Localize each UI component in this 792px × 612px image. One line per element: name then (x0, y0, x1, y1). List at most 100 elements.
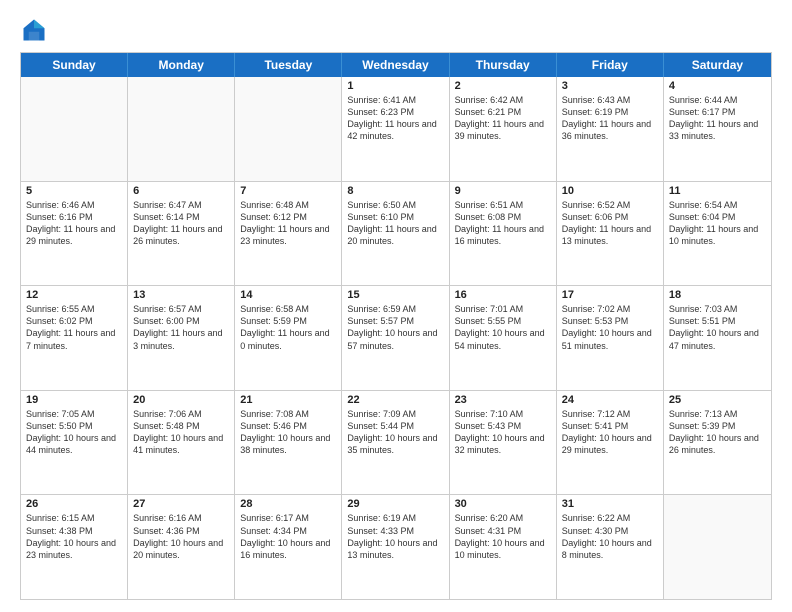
day-cell-27: 27Sunrise: 6:16 AM Sunset: 4:36 PM Dayli… (128, 495, 235, 599)
day-number: 2 (455, 80, 551, 92)
day-cell-3: 3Sunrise: 6:43 AM Sunset: 6:19 PM Daylig… (557, 77, 664, 181)
day-cell-12: 12 Sunrise: 6:55 AM Sunset: 6:02 PM Dayli… (21, 286, 128, 390)
day-number: 8 (347, 185, 443, 197)
day-cell-19: 19 Sunrise: 7:05 AM Sunset: 5:50 PM Dayli… (21, 391, 128, 495)
day-number: 24 (562, 394, 658, 406)
day-number: 1 (347, 80, 443, 92)
cell-info: Sunrise: 7:12 AM Sunset: 5:41 PM Dayligh… (562, 408, 658, 457)
day-number: 7 (240, 185, 336, 197)
day-number: 19 (26, 394, 122, 406)
cell-info: Sunrise: 7:01 AM Sunset: 5:55 PM Dayligh… (455, 303, 551, 352)
calendar: SundayMondayTuesdayWednesdayThursdayFrid… (20, 52, 772, 600)
day-cell-30: 30Sunrise: 6:20 AM Sunset: 4:31 PM Dayli… (450, 495, 557, 599)
day-number: 29 (347, 498, 443, 510)
cell-info: Sunrise: 6:52 AM Sunset: 6:06 PM Dayligh… (562, 199, 658, 248)
week-row-1: 1 Sunrise: 6:41 AM Sunset: 6:23 PM Daylig… (21, 77, 771, 181)
weekday-header-wednesday: Wednesday (342, 53, 449, 77)
day-number: 10 (562, 185, 658, 197)
day-cell-2: 2 Sunrise: 6:42 AM Sunset: 6:21 PM Daylig… (450, 77, 557, 181)
cell-info: Sunrise: 7:09 AM Sunset: 5:44 PM Dayligh… (347, 408, 443, 457)
cell-info: Sunrise: 6:59 AM Sunset: 5:57 PM Dayligh… (347, 303, 443, 352)
calendar-header-row: SundayMondayTuesdayWednesdayThursdayFrid… (21, 53, 771, 77)
day-cell-10: 10 Sunrise: 6:52 AM Sunset: 6:06 PM Dayli… (557, 182, 664, 286)
cell-info: Sunrise: 7:03 AM Sunset: 5:51 PM Dayligh… (669, 303, 766, 352)
cell-info: Sunrise: 6:42 AM Sunset: 6:21 PM Dayligh… (455, 94, 551, 143)
day-cell-9: 9 Sunrise: 6:51 AM Sunset: 6:08 PM Daylig… (450, 182, 557, 286)
day-cell-16: 16 Sunrise: 7:01 AM Sunset: 5:55 PM Dayli… (450, 286, 557, 390)
day-number: 9 (455, 185, 551, 197)
cell-info: Sunrise: 7:10 AM Sunset: 5:43 PM Dayligh… (455, 408, 551, 457)
day-cell-28: 28 Sunrise: 6:17 AM Sunset: 4:34 PM Dayli… (235, 495, 342, 599)
day-cell-25: 25 Sunrise: 7:13 AM Sunset: 5:39 PM Dayli… (664, 391, 771, 495)
day-number: 12 (26, 289, 122, 301)
cell-info: Sunrise: 6:15 AM Sunset: 4:38 PM Dayligh… (26, 512, 122, 561)
day-cell-7: 7 Sunrise: 6:48 AM Sunset: 6:12 PM Daylig… (235, 182, 342, 286)
logo (20, 16, 52, 44)
day-cell-1: 1 Sunrise: 6:41 AM Sunset: 6:23 PM Daylig… (342, 77, 449, 181)
day-cell-26: 26Sunrise: 6:15 AM Sunset: 4:38 PM Dayli… (21, 495, 128, 599)
week-row-5: 26Sunrise: 6:15 AM Sunset: 4:38 PM Dayli… (21, 494, 771, 599)
cell-info: Sunrise: 7:05 AM Sunset: 5:50 PM Dayligh… (26, 408, 122, 457)
weekday-header-sunday: Sunday (21, 53, 128, 77)
cell-info: Sunrise: 7:13 AM Sunset: 5:39 PM Dayligh… (669, 408, 766, 457)
day-number: 11 (669, 185, 766, 197)
weekday-header-monday: Monday (128, 53, 235, 77)
empty-cell (128, 77, 235, 181)
cell-info: Sunrise: 6:19 AM Sunset: 4:33 PM Dayligh… (347, 512, 443, 561)
cell-info: Sunrise: 6:43 AM Sunset: 6:19 PM Dayligh… (562, 94, 658, 143)
cell-info: Sunrise: 6:17 AM Sunset: 4:34 PM Dayligh… (240, 512, 336, 561)
day-number: 4 (669, 80, 766, 92)
day-cell-6: 6 Sunrise: 6:47 AM Sunset: 6:14 PM Daylig… (128, 182, 235, 286)
cell-info: Sunrise: 7:02 AM Sunset: 5:53 PM Dayligh… (562, 303, 658, 352)
cell-info: Sunrise: 6:58 AM Sunset: 5:59 PM Dayligh… (240, 303, 336, 352)
day-cell-13: 13 Sunrise: 6:57 AM Sunset: 6:00 PM Dayli… (128, 286, 235, 390)
cell-info: Sunrise: 6:41 AM Sunset: 6:23 PM Dayligh… (347, 94, 443, 143)
day-cell-23: 23 Sunrise: 7:10 AM Sunset: 5:43 PM Dayli… (450, 391, 557, 495)
day-cell-15: 15 Sunrise: 6:59 AM Sunset: 5:57 PM Dayli… (342, 286, 449, 390)
day-cell-24: 24 Sunrise: 7:12 AM Sunset: 5:41 PM Dayli… (557, 391, 664, 495)
cell-info: Sunrise: 6:55 AM Sunset: 6:02 PM Dayligh… (26, 303, 122, 352)
day-cell-21: 21Sunrise: 7:08 AM Sunset: 5:46 PM Dayli… (235, 391, 342, 495)
day-number: 20 (133, 394, 229, 406)
empty-cell (235, 77, 342, 181)
calendar-body: 1 Sunrise: 6:41 AM Sunset: 6:23 PM Daylig… (21, 77, 771, 599)
day-cell-5: 5 Sunrise: 6:46 AM Sunset: 6:16 PM Daylig… (21, 182, 128, 286)
cell-info: Sunrise: 6:51 AM Sunset: 6:08 PM Dayligh… (455, 199, 551, 248)
day-number: 5 (26, 185, 122, 197)
cell-info: Sunrise: 6:44 AM Sunset: 6:17 PM Dayligh… (669, 94, 766, 143)
day-number: 17 (562, 289, 658, 301)
cell-info: Sunrise: 7:06 AM Sunset: 5:48 PM Dayligh… (133, 408, 229, 457)
day-cell-20: 20 Sunrise: 7:06 AM Sunset: 5:48 PM Dayli… (128, 391, 235, 495)
logo-icon (20, 16, 48, 44)
weekday-header-friday: Friday (557, 53, 664, 77)
cell-info: Sunrise: 6:46 AM Sunset: 6:16 PM Dayligh… (26, 199, 122, 248)
day-number: 18 (669, 289, 766, 301)
cell-info: Sunrise: 6:47 AM Sunset: 6:14 PM Dayligh… (133, 199, 229, 248)
cell-info: Sunrise: 6:54 AM Sunset: 6:04 PM Dayligh… (669, 199, 766, 248)
cell-info: Sunrise: 6:50 AM Sunset: 6:10 PM Dayligh… (347, 199, 443, 248)
day-number: 25 (669, 394, 766, 406)
day-number: 23 (455, 394, 551, 406)
day-cell-31: 31Sunrise: 6:22 AM Sunset: 4:30 PM Dayli… (557, 495, 664, 599)
day-number: 15 (347, 289, 443, 301)
day-number: 14 (240, 289, 336, 301)
day-number: 6 (133, 185, 229, 197)
day-number: 13 (133, 289, 229, 301)
weekday-header-saturday: Saturday (664, 53, 771, 77)
day-number: 30 (455, 498, 551, 510)
weekday-header-tuesday: Tuesday (235, 53, 342, 77)
day-cell-22: 22Sunrise: 7:09 AM Sunset: 5:44 PM Dayli… (342, 391, 449, 495)
day-number: 16 (455, 289, 551, 301)
week-row-4: 19 Sunrise: 7:05 AM Sunset: 5:50 PM Dayli… (21, 390, 771, 495)
cell-info: Sunrise: 6:16 AM Sunset: 4:36 PM Dayligh… (133, 512, 229, 561)
header (20, 16, 772, 44)
cell-info: Sunrise: 6:57 AM Sunset: 6:00 PM Dayligh… (133, 303, 229, 352)
cell-info: Sunrise: 6:48 AM Sunset: 6:12 PM Dayligh… (240, 199, 336, 248)
day-number: 28 (240, 498, 336, 510)
day-cell-11: 11 Sunrise: 6:54 AM Sunset: 6:04 PM Dayli… (664, 182, 771, 286)
day-number: 21 (240, 394, 336, 406)
cell-info: Sunrise: 6:22 AM Sunset: 4:30 PM Dayligh… (562, 512, 658, 561)
day-cell-18: 18 Sunrise: 7:03 AM Sunset: 5:51 PM Dayli… (664, 286, 771, 390)
weekday-header-thursday: Thursday (450, 53, 557, 77)
day-cell-14: 14 Sunrise: 6:58 AM Sunset: 5:59 PM Dayli… (235, 286, 342, 390)
